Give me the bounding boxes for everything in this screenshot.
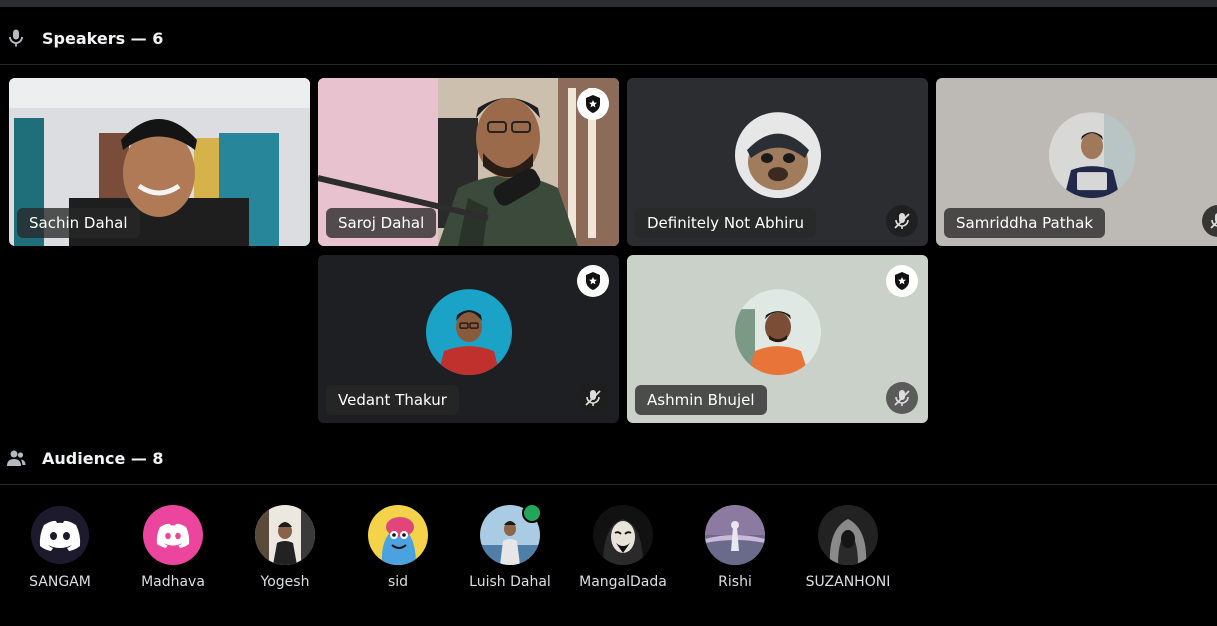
muted-mic-icon[interactable] <box>1202 205 1217 237</box>
audience-member[interactable]: SUZANHONI <box>793 505 903 590</box>
user-avatar <box>818 505 878 565</box>
muted-mic-icon[interactable] <box>886 205 918 237</box>
speakers-header: Speakers — 6 <box>6 26 163 50</box>
audience-name: Yogesh <box>260 574 310 590</box>
muted-mic-icon[interactable] <box>577 382 609 414</box>
speaker-tile-vedant[interactable]: Vedant Thakur <box>318 255 619 423</box>
discord-default-avatar <box>143 505 203 565</box>
audience-name: sid <box>387 574 409 590</box>
audience-member[interactable]: Luish Dahal <box>455 503 565 590</box>
speaker-name: Definitely Not Abhiru <box>635 208 817 238</box>
audience-member[interactable]: MangalDada <box>568 505 678 590</box>
nitro-boost-icon <box>522 503 542 523</box>
audience-title: Audience — 8 <box>42 448 164 468</box>
discord-default-avatar <box>30 505 90 565</box>
audience-name: SANGAM <box>29 574 91 590</box>
audience-member[interactable]: Yogesh <box>230 505 340 590</box>
audience-member[interactable]: SANGAM <box>5 505 115 590</box>
audience-divider <box>0 484 1217 485</box>
speaker-tile-ashmin[interactable]: Ashmin Bhujel <box>627 255 928 423</box>
audience-name: Rishi <box>718 574 752 590</box>
speaker-name: Vedant Thakur <box>326 385 459 415</box>
speaker-tile-sachin[interactable]: Sachin Dahal <box>9 78 310 246</box>
user-avatar <box>480 503 542 565</box>
microphone-icon <box>6 28 26 48</box>
audience-name: Luish Dahal <box>469 574 551 590</box>
speaker-tile-abhiru[interactable]: Definitely Not Abhiru <box>627 78 928 246</box>
user-avatar <box>368 505 428 565</box>
muted-mic-icon[interactable] <box>886 382 918 414</box>
moderator-badge <box>577 265 609 297</box>
user-avatar <box>593 505 653 565</box>
audience-header: Audience — 8 <box>6 446 164 470</box>
user-avatar <box>705 505 765 565</box>
speaker-name: Ashmin Bhujel <box>635 385 767 415</box>
speaker-avatar <box>734 289 821 376</box>
audience-name: MangalDada <box>579 574 667 590</box>
audience-member[interactable]: Madhava <box>118 505 228 590</box>
window-top-bar <box>0 0 1217 7</box>
speaker-avatar <box>734 112 821 199</box>
user-avatar <box>255 505 315 565</box>
speaker-avatar <box>425 289 512 376</box>
speaker-tile-samriddha[interactable]: Samriddha Pathak <box>936 78 1217 246</box>
audience-member[interactable]: sid <box>343 505 453 590</box>
speaker-name: Sachin Dahal <box>17 208 140 238</box>
audience-name: SUZANHONI <box>805 574 891 590</box>
speaker-name: Samriddha Pathak <box>944 208 1105 238</box>
moderator-badge <box>577 88 609 120</box>
speaker-avatar <box>1049 112 1135 199</box>
speakers-divider <box>0 64 1217 65</box>
moderator-badge <box>886 265 918 297</box>
speakers-title: Speakers — 6 <box>42 28 164 48</box>
speaker-tile-saroj[interactable]: Saroj Dahal <box>318 78 619 246</box>
audience-member[interactable]: Rishi <box>680 505 790 590</box>
speaker-name: Saroj Dahal <box>326 208 437 238</box>
audience-name: Madhava <box>141 574 205 590</box>
people-icon <box>6 448 26 468</box>
